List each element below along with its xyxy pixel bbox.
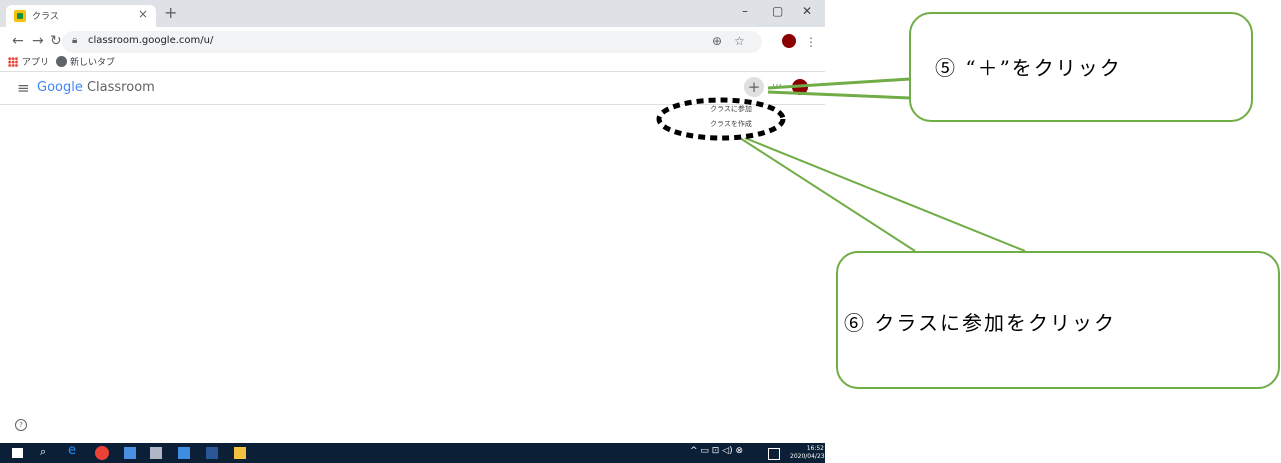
callout-step-6-text: ⑥ クラスに参加をクリック [844, 311, 1116, 335]
dashed-highlight-ellipse [656, 97, 786, 141]
callout-pointer-6b [744, 137, 1026, 252]
callout-step-6: ⑥ クラスに参加をクリック [836, 251, 1280, 389]
callout-pointer-5b [767, 90, 911, 100]
callout-pointer-5a [767, 77, 911, 90]
callout-pointer-6a [739, 137, 916, 252]
callout-step-5-text: ⑤ “＋”をクリック [935, 56, 1122, 80]
callout-step-5: ⑤ “＋”をクリック [909, 12, 1253, 122]
